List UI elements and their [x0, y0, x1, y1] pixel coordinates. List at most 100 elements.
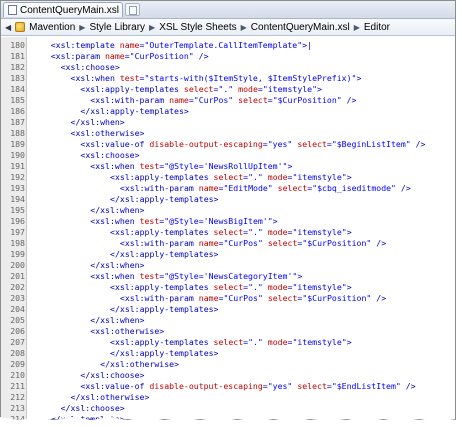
code-line[interactable]: 214 </xsl:template> — [1, 414, 455, 421]
breadcrumb-item-style-library[interactable]: Style Library — [89, 22, 145, 33]
code-token: <xsl:choose> — [80, 150, 140, 160]
breadcrumb: ◀ Mavention ▶ Style Library ▶ XSL Style … — [1, 19, 455, 36]
code-line[interactable]: 204 </xsl:apply-templates> — [1, 304, 455, 315]
code-token: <xsl:with-param — [90, 95, 170, 105]
line-number: 193 — [10, 183, 25, 193]
new-tab-icon[interactable] — [125, 3, 140, 16]
code-text: </xsl:apply-templates> — [110, 194, 218, 205]
code-line[interactable]: 185 <xsl:with-param name="CurPos" select=… — [1, 95, 455, 106]
code-token: "itemstyle" — [292, 227, 347, 237]
code-token: "." — [248, 172, 263, 182]
code-text: <xsl:otherwise> — [90, 326, 164, 337]
code-token: "itemstyle" — [262, 84, 318, 94]
code-line[interactable]: 181 <xsl:param name="CurPosition" /> — [1, 51, 455, 62]
line-number: 201 — [10, 271, 25, 281]
code-token: disable-output-escaping — [149, 139, 263, 149]
code-line[interactable]: 206 <xsl:otherwise> — [1, 326, 455, 337]
code-line[interactable]: 200 </xsl:when> — [1, 260, 455, 271]
line-number: 188 — [10, 128, 25, 138]
line-number: 200 — [10, 260, 25, 270]
code-token: "$cbq_iseditmode" — [312, 183, 396, 193]
code-line[interactable]: 188 <xsl:otherwise> — [1, 128, 455, 139]
tab-contentquerymain[interactable]: ContentQueryMain.xsl — [3, 2, 123, 17]
code-line[interactable]: 190 <xsl:choose> — [1, 150, 455, 161]
code-token: > — [317, 84, 322, 94]
code-token: test — [139, 271, 160, 281]
code-token: </xsl:choose> — [80, 370, 145, 380]
code-line[interactable]: 213 </xsl:choose> — [1, 403, 455, 414]
code-line[interactable]: 212 </xsl:otherwise> — [1, 392, 455, 403]
code-token: "itemstyle" — [292, 172, 347, 182]
code-line[interactable]: 186 </xsl:apply-templates> — [1, 106, 455, 117]
code-token: </xsl:when> — [70, 117, 125, 127]
code-line[interactable]: 180 <xsl:template name="OuterTemplate.Cal… — [1, 40, 455, 51]
code-token: "CurPos" — [223, 238, 263, 248]
code-line[interactable]: 198 <xsl:with-param name="CurPos" select=… — [1, 238, 455, 249]
breadcrumb-item-xsl-style-sheets[interactable]: XSL Style Sheets — [159, 22, 236, 33]
breadcrumb-separator-icon: ▶ — [240, 22, 247, 32]
code-token: /> — [396, 183, 411, 193]
code-token: <xsl:with-param — [119, 238, 199, 248]
code-line[interactable]: 201 <xsl:when test="@Style='NewsCategoryI… — [1, 271, 455, 282]
code-line[interactable]: 197 <xsl:apply-templates select="." mode=… — [1, 227, 455, 238]
code-text: <xsl:choose> — [61, 62, 120, 73]
code-line[interactable]: 203 <xsl:with-param name="CurPos" select=… — [1, 293, 455, 304]
code-text: </xsl:apply-templates> — [110, 304, 218, 315]
code-line[interactable]: 183 <xsl:when test="starts-with($ItemStyl… — [1, 73, 455, 84]
code-line[interactable]: 195 </xsl:when> — [1, 205, 455, 216]
code-token: </xsl:template> — [50, 414, 125, 421]
code-line[interactable]: 191 <xsl:when test="@Style='NewsRollUpIte… — [1, 161, 455, 172]
code-line[interactable]: 196 <xsl:when test="@Style='NewsBigItem'"… — [1, 216, 455, 227]
code-token: <xsl:when — [90, 216, 140, 226]
code-token: > — [297, 271, 303, 281]
tab-bar: ContentQueryMain.xsl — [1, 1, 455, 19]
code-token: name — [104, 51, 125, 61]
code-text: <xsl:when test="starts-with($ItemStyle, … — [71, 73, 362, 84]
breadcrumb-item-file[interactable]: ContentQueryMain.xsl — [251, 22, 350, 33]
code-line[interactable]: 205 </xsl:when> — [1, 315, 455, 326]
code-token: </xsl:otherwise> — [70, 392, 150, 402]
code-token: </xsl:apply-templates> — [80, 106, 189, 116]
code-line[interactable]: 192 <xsl:apply-templates select="." mode=… — [1, 172, 455, 183]
code-token: name — [198, 293, 219, 303]
code-token: "." — [248, 337, 263, 347]
line-number: 198 — [10, 238, 25, 248]
back-arrow-icon[interactable]: ◀ — [5, 23, 11, 32]
code-line[interactable]: 182 <xsl:choose> — [1, 62, 455, 73]
line-number: 202 — [10, 282, 25, 292]
code-token: select — [213, 282, 244, 292]
code-editor[interactable]: 180 <xsl:template name="OuterTemplate.Cal… — [1, 37, 455, 421]
code-line[interactable]: 208 </xsl:apply-templates> — [1, 348, 455, 359]
line-number: 211 — [10, 381, 25, 391]
code-line[interactable]: 199 </xsl:apply-templates> — [1, 249, 455, 260]
code-line[interactable]: 210 </xsl:choose> — [1, 370, 455, 381]
code-line[interactable]: 193 <xsl:with-param name="EditMode" selec… — [1, 183, 455, 194]
code-line[interactable]: 209 </xsl:otherwise> — [1, 359, 455, 370]
code-token: "$CurPosition" — [272, 95, 342, 105]
code-token: select — [213, 337, 244, 347]
code-line[interactable]: 184 <xsl:apply-templates select="." mode=… — [1, 84, 455, 95]
code-token: mode — [267, 227, 288, 237]
breadcrumb-separator-icon: ▶ — [79, 22, 86, 32]
code-token: <xsl:value-of — [80, 381, 150, 391]
code-token: </xsl:when> — [90, 205, 145, 215]
line-number: 196 — [10, 216, 25, 226]
line-number: 203 — [10, 293, 25, 303]
code-text: </xsl:otherwise> — [71, 392, 150, 403]
code-line[interactable]: 194 </xsl:apply-templates> — [1, 194, 455, 205]
code-line[interactable]: 211 <xsl:value-of disable-output-escaping… — [1, 381, 455, 392]
code-token: select — [213, 172, 244, 182]
code-line[interactable]: 207 <xsl:apply-templates select="." mode=… — [1, 337, 455, 348]
code-line[interactable]: 189 <xsl:value-of disable-output-escaping… — [1, 139, 455, 150]
breadcrumb-item-editor[interactable]: Editor — [364, 22, 390, 33]
code-token: <xsl:apply-templates — [110, 227, 214, 237]
code-token: "@Style='NewsCategoryItem'" — [164, 271, 298, 281]
code-line[interactable]: 187 </xsl:when> — [1, 117, 455, 128]
code-token: "itemstyle" — [292, 337, 347, 347]
code-token: "CurPos" — [193, 95, 234, 105]
breadcrumb-item-mavention[interactable]: Mavention — [29, 22, 75, 33]
code-token: >| — [302, 40, 313, 50]
code-token: "$CurPosition" — [302, 293, 372, 303]
code-text: </xsl:apply-templates> — [110, 249, 218, 260]
code-line[interactable]: 202 <xsl:apply-templates select="." mode=… — [1, 282, 455, 293]
